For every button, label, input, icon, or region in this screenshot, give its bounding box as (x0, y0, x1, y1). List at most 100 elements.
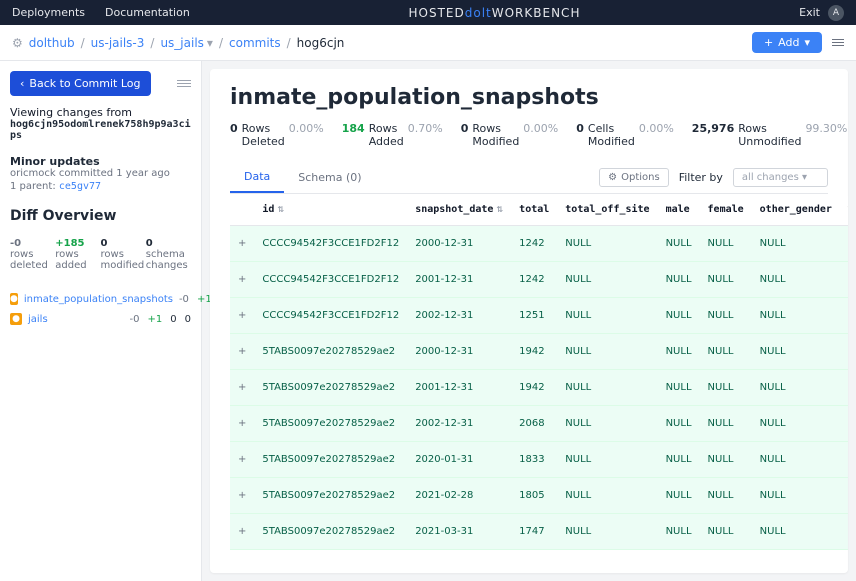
diff-item[interactable]: ●jails-0+100 (10, 309, 191, 329)
cell: + (230, 262, 254, 298)
cell: NULL (700, 406, 752, 442)
sort-icon[interactable]: ⇅ (496, 205, 503, 214)
breadcrumb-hash: hog6cjn (297, 36, 345, 50)
table-row: +5TABS0097e20278529ae22001-12-311942NULL… (230, 370, 848, 406)
column-header[interactable]: male (658, 194, 700, 226)
column-header[interactable]: snapshot_date⇅ (407, 194, 511, 226)
cell: NULL (557, 226, 657, 262)
page-title: inmate_population_snapshots (230, 85, 828, 110)
cell: NULL (840, 370, 848, 406)
cell: 2000-12-31 (407, 334, 511, 370)
diff-item-link[interactable]: jails (28, 314, 124, 325)
avatar[interactable]: A (828, 5, 844, 21)
cell: 1242 (511, 262, 557, 298)
sidebar: ‹Back to Commit Log Viewing changes from… (0, 61, 202, 581)
table-row: +5TABS0097e20278529ae22021-02-281805NULL… (230, 478, 848, 514)
table-row: +CCCC94542F3CCE1FD2F122000-12-311242NULL… (230, 226, 848, 262)
breadcrumb-branch[interactable]: us_jails (160, 36, 203, 50)
column-header[interactable] (230, 194, 254, 226)
stat: +185rows added (55, 238, 100, 271)
cell: NULL (700, 226, 752, 262)
cell: 2021-03-31 (407, 514, 511, 550)
cell: NULL (752, 334, 840, 370)
breadcrumb-section[interactable]: commits (229, 36, 281, 50)
summary-item: 0Cells Modified0.00% (576, 122, 674, 148)
cell: 2001-12-31 (407, 262, 511, 298)
cell: + (230, 298, 254, 334)
gear-icon: ⚙ (608, 172, 617, 183)
viewing-label: Viewing changes from (10, 106, 191, 119)
db-icon: ⚙ (12, 36, 23, 50)
cell: NULL (840, 442, 848, 478)
cell: NULL (840, 406, 848, 442)
diff-overview-title: Diff Overview (10, 208, 191, 224)
cell: NULL (840, 262, 848, 298)
commit-message: Minor updates (10, 155, 191, 168)
cell: NULL (752, 370, 840, 406)
cell: 2002-12-31 (407, 298, 511, 334)
cell: NULL (557, 514, 657, 550)
exit-link[interactable]: Exit (799, 6, 820, 19)
cell: NULL (840, 334, 848, 370)
cell: NULL (658, 334, 700, 370)
cell: 1833 (511, 442, 557, 478)
tab-schema[interactable]: Schema (0) (284, 163, 375, 192)
diff-item[interactable]: ●inmate_population_snapshots-0+18400 (10, 289, 191, 309)
options-button[interactable]: ⚙Options (599, 168, 669, 187)
summary-item: 0Rows Deleted0.00% (230, 122, 324, 148)
cell: NULL (658, 370, 700, 406)
cell: CCCC94542F3CCE1FD2F12 (254, 262, 407, 298)
column-header[interactable]: id⇅ (254, 194, 407, 226)
column-header[interactable]: total_off_site (557, 194, 657, 226)
diff-item-link[interactable]: inmate_population_snapshots (24, 294, 173, 305)
nav-deployments[interactable]: Deployments (12, 6, 85, 19)
cell: + (230, 478, 254, 514)
breadcrumb-db[interactable]: us-jails-3 (91, 36, 145, 50)
cell: 5TABS0097e20278529ae2 (254, 370, 407, 406)
cell: 2000-12-31 (407, 226, 511, 262)
cell: NULL (700, 298, 752, 334)
column-header[interactable]: total (511, 194, 557, 226)
cell: NULL (658, 478, 700, 514)
stat: 0schema changes (146, 238, 191, 271)
cell: NULL (557, 478, 657, 514)
back-button[interactable]: ‹Back to Commit Log (10, 71, 151, 96)
menu-icon[interactable] (832, 39, 844, 46)
nav-documentation[interactable]: Documentation (105, 6, 190, 19)
filter-select[interactable]: all changes ▾ (733, 168, 828, 187)
add-button[interactable]: +Add▾ (752, 32, 822, 53)
collapse-sidebar-icon[interactable] (177, 80, 191, 87)
cell: NULL (658, 298, 700, 334)
breadcrumb: ⚙ dolthub/ us-jails-3/ us_jails ▾/ commi… (0, 25, 856, 61)
cell: NULL (700, 370, 752, 406)
tab-data[interactable]: Data (230, 162, 284, 193)
cell: + (230, 370, 254, 406)
sort-icon[interactable]: ⇅ (277, 205, 284, 214)
cell: NULL (752, 514, 840, 550)
parent-commit: 1 parent: ce5gv77 (10, 181, 191, 192)
stat: 0rows modified (101, 238, 146, 271)
cell: NULL (658, 226, 700, 262)
chevron-down-icon[interactable]: ▾ (207, 36, 213, 50)
table-row: +CCCC94542F3CCE1FD2F122002-12-311251NULL… (230, 298, 848, 334)
cell: NULL (557, 442, 657, 478)
cell: 1805 (511, 478, 557, 514)
cell: NULL (752, 442, 840, 478)
table-row: +5TABS0097e20278529ae22000-12-311942NULL… (230, 334, 848, 370)
chevron-left-icon: ‹ (20, 77, 24, 90)
stats-row: -0rows deleted+185rows added0rows modifi… (10, 238, 191, 271)
filter-label: Filter by (679, 171, 723, 184)
column-header[interactable]: other_gender (752, 194, 840, 226)
cell: NULL (557, 262, 657, 298)
cell: NULL (752, 262, 840, 298)
cell: 5TABS0097e20278529ae2 (254, 334, 407, 370)
cell: 1942 (511, 334, 557, 370)
cell: 2002-12-31 (407, 406, 511, 442)
column-header[interactable]: female (700, 194, 752, 226)
table-row: +5TABS0097e20278529ae22021-03-311747NULL… (230, 514, 848, 550)
parent-hash-link[interactable]: ce5gv77 (59, 181, 101, 192)
cell: + (230, 514, 254, 550)
breadcrumb-root[interactable]: dolthub (29, 36, 75, 50)
cell: CCCC94542F3CCE1FD2F12 (254, 298, 407, 334)
column-header[interactable]: white (840, 194, 848, 226)
